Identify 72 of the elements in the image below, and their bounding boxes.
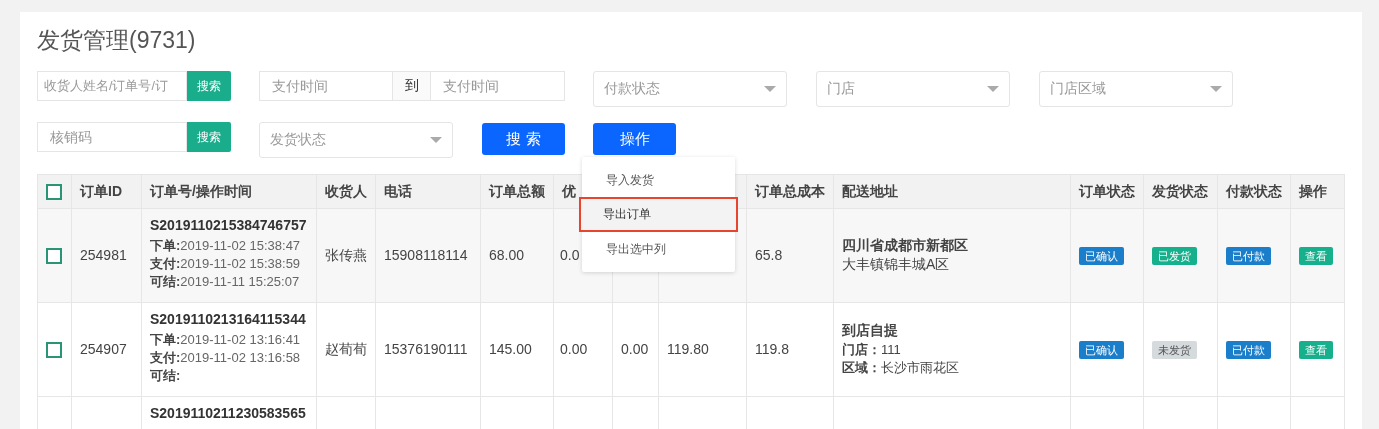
caret-icon — [764, 85, 776, 92]
keyword-field[interactable]: 收货人姓名/订单号/订 — [37, 70, 187, 101]
status-tag: 已发货 — [1152, 246, 1197, 266]
code-field[interactable]: 核销码 — [37, 121, 187, 152]
cost: 65.8 — [755, 246, 783, 263]
select-field[interactable]: 门店区域 — [1039, 70, 1233, 107]
amount: 145.00 — [489, 340, 532, 357]
column-header: 收货人 — [325, 182, 367, 199]
select-field[interactable]: 发货状态 — [259, 121, 453, 158]
phone-number: 15908118114 — [384, 246, 468, 263]
phone-number: 15376190111 — [384, 340, 468, 357]
checkbox[interactable] — [46, 248, 62, 265]
column-header: 优 — [562, 182, 576, 199]
consignee-name: 张传燕 — [325, 246, 367, 263]
time-line: 下单:2019-11-02 15:38:47 — [150, 237, 302, 256]
action-button[interactable]: 操作 — [593, 122, 676, 155]
order-id: 254981 — [80, 246, 127, 263]
range-separator: 到 — [393, 70, 430, 101]
caret-icon — [430, 136, 442, 143]
caret-icon — [987, 85, 999, 92]
order-number: S2019110215384746757 — [150, 215, 308, 235]
column-header: 订单总额 — [489, 182, 545, 199]
date-to-field[interactable]: 支付时间 — [430, 70, 565, 101]
column-header: 订单状态 — [1079, 182, 1135, 199]
column-header: 订单号/操作时间 — [150, 182, 252, 199]
address-line: 到店自提 — [842, 321, 899, 341]
address-line: 大丰镇锦丰城A区 — [842, 255, 951, 275]
time-line: 可结:2019-11-11 15:25:07 — [150, 272, 301, 291]
select-field[interactable]: 付款状态 — [593, 70, 787, 107]
address-line: 区域：长沙市雨花区 — [842, 359, 960, 378]
search-button[interactable]: 搜索 — [187, 121, 231, 152]
order-id: 254907 — [80, 340, 127, 357]
caret-icon — [1210, 85, 1222, 92]
column-header: 发货状态 — [1152, 182, 1208, 199]
amount: 119.80 — [667, 340, 709, 357]
amount: 0.00 — [621, 340, 649, 357]
view-button[interactable]: 查看 — [1299, 340, 1333, 360]
time-line: 支付:2019-11-02 15:38:59 — [150, 255, 302, 273]
address-line: 四川省成都市新都区 — [842, 235, 969, 255]
time-line: 可结: — [150, 366, 182, 385]
checkbox[interactable] — [46, 342, 62, 359]
cost: 119.8 — [755, 340, 789, 357]
order-number: S2019110211230583565 — [150, 403, 307, 423]
status-tag: 已付款 — [1226, 340, 1271, 360]
address-line: 门店：111 — [842, 341, 902, 359]
time-line: 下单:2019-11-02 13:16:41 — [150, 331, 302, 350]
view-button[interactable]: 查看 — [1299, 246, 1333, 266]
amount: 0.00 — [560, 340, 588, 357]
search-button[interactable]: 搜 索 — [482, 122, 565, 155]
column-header: 付款状态 — [1226, 182, 1282, 199]
menu-item[interactable]: 导出订单 — [579, 197, 738, 232]
consignee-name: 赵荀荀 — [325, 340, 367, 357]
select-field[interactable]: 门店 — [816, 70, 1010, 107]
date-from-field[interactable]: 支付时间 — [259, 70, 393, 101]
menu-item[interactable]: 导入发货 — [582, 162, 735, 198]
menu-item[interactable]: 导出选中列 — [582, 231, 735, 267]
amount: 0.0 — [560, 246, 580, 263]
status-tag: 已确认 — [1079, 340, 1124, 360]
search-button[interactable]: 搜索 — [187, 70, 231, 101]
column-header: 电话 — [384, 182, 412, 199]
column-header: 订单ID — [80, 182, 122, 199]
amount: 68.00 — [489, 246, 525, 263]
checkbox[interactable] — [46, 184, 62, 201]
time-line: 支付:2019-11-02 13:16:58 — [150, 349, 302, 367]
column-header: 订单总成本 — [755, 182, 825, 199]
status-tag: 已确认 — [1079, 246, 1124, 266]
column-header: 操作 — [1299, 182, 1327, 199]
order-number: S2019110213164115344 — [150, 309, 307, 329]
column-header: 配送地址 — [842, 182, 898, 199]
page-title: 发货管理(9731) — [37, 26, 197, 55]
status-tag: 已付款 — [1226, 246, 1271, 266]
status-tag: 未发货 — [1152, 340, 1197, 360]
